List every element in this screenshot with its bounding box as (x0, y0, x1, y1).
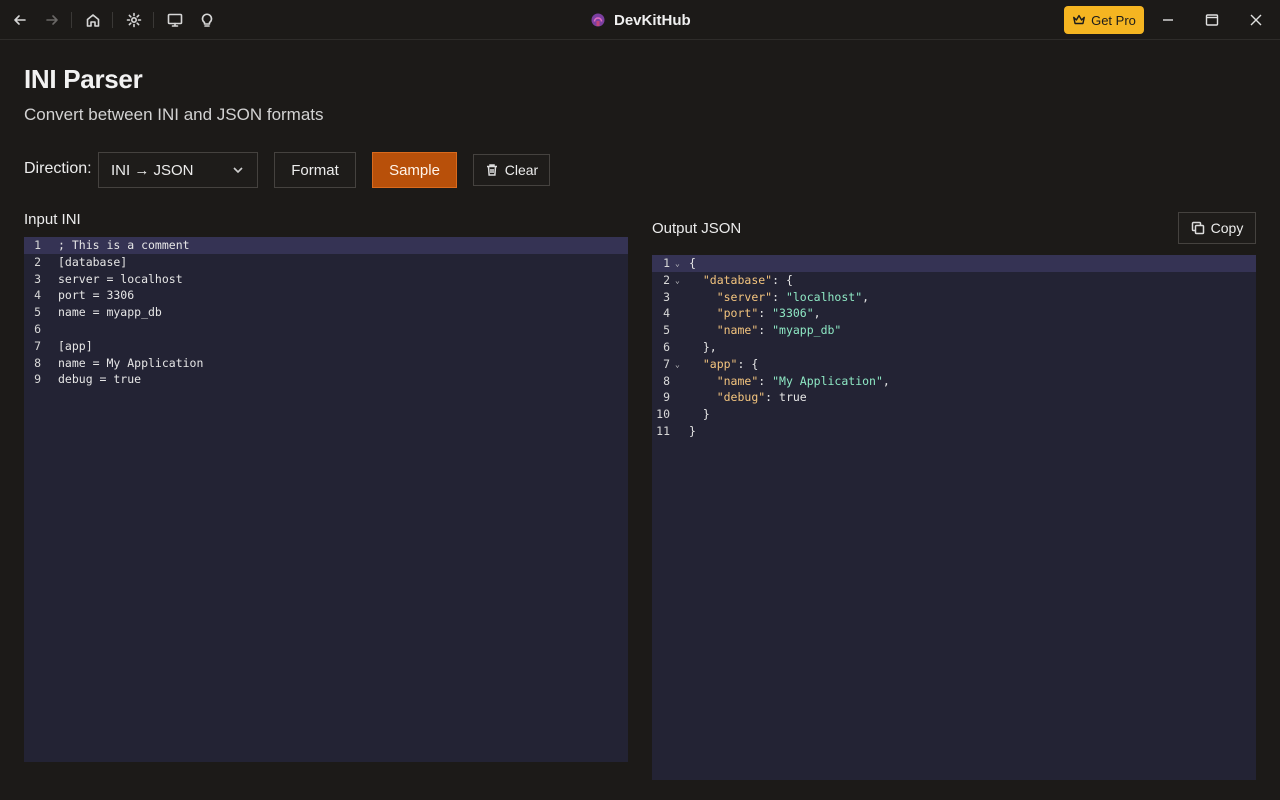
code-text: ; This is a comment (58, 238, 190, 252)
copy-button[interactable]: Copy (1178, 212, 1256, 244)
code-line: 10 } (656, 407, 710, 422)
copy-label: Copy (1210, 220, 1244, 236)
code-line: 9 "debug": true (663, 390, 807, 405)
devkithub-logo-icon (591, 13, 605, 27)
gear-icon[interactable] (122, 8, 146, 32)
code-line: 1 ; This is a comment (24, 237, 628, 254)
line-number: 8 (34, 355, 41, 370)
code-text: debug = true (58, 372, 142, 387)
fold-chevron-icon[interactable]: ⌄ (675, 357, 680, 374)
code-line: 3 "server": "localhost", (663, 289, 870, 304)
code-text: name = myapp_db (58, 305, 162, 320)
code-text: server = localhost (58, 271, 183, 286)
code-line: 8 "name": "My Application", (663, 373, 890, 388)
code-line: 2 ⌄ "database": { (652, 272, 1256, 289)
code-line: 6 (24, 321, 628, 338)
sample-label: Sample (389, 161, 440, 179)
app-title: DevKitHub (590, 10, 691, 30)
format-label: Format (291, 161, 339, 179)
close-icon[interactable] (1244, 8, 1268, 32)
line-number: 5 (34, 305, 41, 320)
page-subtitle: Convert between INI and JSON formats (24, 105, 324, 124)
home-icon[interactable] (81, 8, 105, 32)
input-panel-label: Input INI (24, 211, 81, 228)
minimize-icon[interactable] (1156, 8, 1180, 32)
code-line: 5 "name": "myapp_db" (663, 323, 842, 338)
input-ini-editor[interactable]: 1 ; This is a comment 2 [database] 3 server =… (24, 237, 628, 762)
line-number: 2 (34, 254, 41, 269)
clear-button[interactable]: Clear (473, 154, 550, 186)
line-number: 9 (34, 372, 41, 387)
code-line: 8 name = My Application (24, 355, 628, 372)
chevron-down-icon (231, 163, 245, 177)
sample-button[interactable]: Sample (372, 152, 457, 188)
code-line: 7 [app] (24, 338, 628, 355)
line-number: 1 (34, 238, 41, 252)
fold-chevron-icon[interactable]: ⌄ (675, 256, 680, 273)
code-line: 9 debug = true (24, 371, 628, 388)
get-pro-button[interactable]: Get Pro (1064, 6, 1144, 34)
app-title-text: DevKitHub (614, 11, 691, 29)
code-text: [database] (58, 254, 128, 269)
code-line: 2 [database] (24, 254, 628, 271)
code-text: port = 3306 (58, 288, 135, 303)
code-line: 11} (656, 423, 696, 438)
direction-select[interactable]: INI → JSON (98, 152, 258, 188)
direction-value: INI → JSON (111, 161, 194, 179)
code-line: 6 }, (663, 339, 717, 354)
line-number: 3 (34, 271, 41, 286)
divider (112, 12, 113, 28)
back-arrow-icon[interactable] (8, 8, 32, 32)
line-number: 4 (34, 288, 41, 303)
clear-label: Clear (504, 162, 539, 178)
code-line: 5 name = myapp_db (24, 304, 628, 321)
trash-icon (486, 164, 497, 176)
forward-arrow-icon[interactable] (40, 8, 64, 32)
output-panel-label: Output JSON (652, 220, 742, 237)
divider (71, 12, 72, 28)
code-line: 4 port = 3306 (24, 287, 628, 304)
code-text: [app] (58, 338, 93, 353)
code-line: 4 "port": "3306", (663, 306, 821, 321)
get-pro-label: Get Pro (1091, 12, 1136, 28)
fold-chevron-icon[interactable]: ⌄ (675, 273, 680, 290)
lightbulb-icon[interactable] (195, 8, 219, 32)
code-text: name = My Application (58, 355, 204, 370)
line-number: 6 (34, 321, 41, 336)
monitor-icon[interactable] (163, 8, 187, 32)
crown-icon (1073, 14, 1086, 25)
code-line: 3 server = localhost (24, 271, 628, 288)
page-title: INI Parser (24, 64, 143, 94)
direction-label: Direction: (24, 160, 92, 177)
title-bar: DevKitHub Get Pro (0, 0, 1280, 40)
line-number: 7 (34, 338, 41, 353)
code-line: 1 ⌄{ (652, 255, 1256, 272)
copy-icon (1191, 221, 1204, 235)
format-button[interactable]: Format (274, 152, 356, 188)
code-line: 7 ⌄ "app": { (652, 356, 1256, 373)
divider (153, 12, 154, 28)
maximize-icon[interactable] (1200, 8, 1224, 32)
output-json-editor[interactable]: 1 ⌄{ 2 ⌄ "database": { 3 "server": "localh… (652, 255, 1256, 780)
